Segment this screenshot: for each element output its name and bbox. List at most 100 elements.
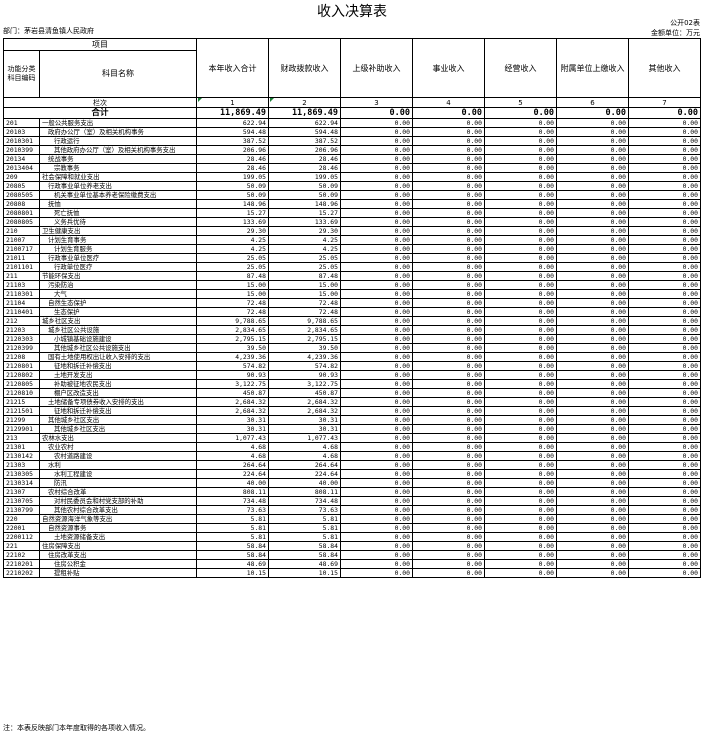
zero-value-cell: 0.00 <box>628 127 701 137</box>
zero-value-cell: 0.00 <box>628 559 701 569</box>
total-income-cell: 15.00 <box>196 289 269 299</box>
subject-code: 2210202 <box>3 568 40 578</box>
fiscal-appropriation-cell: 1,077.43 <box>268 433 341 443</box>
zero-value-cell: 0.00 <box>340 199 413 209</box>
table-row: 2210201 住房公积金 48.69 48.69 0.00 0.00 0.00 0.00 0.… <box>3 559 701 569</box>
zero-value-cell: 0.00 <box>556 289 629 299</box>
total-value: 0.00 <box>628 107 701 119</box>
total-income-cell: 87.48 <box>196 271 269 281</box>
zero-value-cell: 0.00 <box>628 172 701 182</box>
table-row: 20103 政府办公厅（室）及相关机构事务 594.48 594.48 0.00 0.00… <box>3 127 701 137</box>
fiscal-appropriation-cell: 2,684.32 <box>268 397 341 407</box>
table-row: 2210202 提租补贴 10.15 10.15 0.00 0.00 0.00 0.00 0.0… <box>3 568 701 578</box>
zero-value-cell: 0.00 <box>628 226 701 236</box>
subject-name: 社会保障和就业支出 <box>39 172 197 182</box>
zero-value-cell: 0.00 <box>556 478 629 488</box>
table-row: 2130314 防汛 40.00 40.00 0.00 0.00 0.00 0.00 0.00 <box>3 478 701 488</box>
zero-value-cell: 0.00 <box>628 514 701 524</box>
zero-value-cell: 0.00 <box>628 361 701 371</box>
zero-value-cell: 0.00 <box>628 352 701 362</box>
subject-code: 21307 <box>3 487 40 497</box>
zero-value-cell: 0.00 <box>484 298 557 308</box>
zero-value-cell: 0.00 <box>484 226 557 236</box>
zero-value-cell: 0.00 <box>412 307 485 317</box>
total-income-cell: 5.81 <box>196 514 269 524</box>
zero-value-cell: 0.00 <box>412 298 485 308</box>
zero-value-cell: 0.00 <box>628 217 701 227</box>
zero-value-cell: 0.00 <box>556 496 629 506</box>
table-row: 2080805 义务兵优待 133.69 133.69 0.00 0.00 0.00 0.00… <box>3 217 701 227</box>
zero-value-cell: 0.00 <box>556 487 629 497</box>
zero-value-cell: 0.00 <box>628 190 701 200</box>
zero-value-cell: 0.00 <box>340 451 413 461</box>
fiscal-appropriation-cell: 50.09 <box>268 181 341 191</box>
form-number: 公开02表 <box>670 19 700 27</box>
table-row: 20134 统战事务 28.46 28.46 0.00 0.00 0.00 0.00 0.00 <box>3 154 701 164</box>
zero-value-cell: 0.00 <box>340 559 413 569</box>
subject-name: 节能环保支出 <box>39 271 197 281</box>
subject-name: 其他农村综合改革支出 <box>39 505 197 515</box>
total-value: 0.00 <box>484 107 557 119</box>
fiscal-appropriation-cell: 3,122.75 <box>268 379 341 389</box>
zero-value-cell: 0.00 <box>484 325 557 335</box>
zero-value-cell: 0.00 <box>412 469 485 479</box>
zero-value-cell: 0.00 <box>628 154 701 164</box>
zero-value-cell: 0.00 <box>556 550 629 560</box>
zero-value-cell: 0.00 <box>556 433 629 443</box>
zero-value-cell: 0.00 <box>340 514 413 524</box>
zero-value-cell: 0.00 <box>628 199 701 209</box>
subject-name: 其他城乡社区支出 <box>39 424 197 434</box>
fiscal-appropriation-cell: 40.00 <box>268 478 341 488</box>
subject-code: 210 <box>3 226 40 236</box>
zero-value-cell: 0.00 <box>484 127 557 137</box>
subject-name: 水利工程建设 <box>39 469 197 479</box>
zero-value-cell: 0.00 <box>412 325 485 335</box>
total-income-cell: 9,788.65 <box>196 316 269 326</box>
table-row: 2120399 其他城乡社区公共设施支出 39.50 39.50 0.00 0.00 0.0… <box>3 343 701 353</box>
zero-value-cell: 0.00 <box>628 496 701 506</box>
subject-code: 22001 <box>3 523 40 533</box>
table-row: 21203 城乡社区公共设施 2,834.65 2,834.65 0.00 0.00 0.0… <box>3 325 701 335</box>
subject-name: 计划生育事务 <box>39 235 197 245</box>
zero-value-cell: 0.00 <box>412 370 485 380</box>
total-income-cell: 25.05 <box>196 262 269 272</box>
col-index: 4 <box>412 97 485 108</box>
table-row: 2120303 小城镇基础设施建设 2,795.15 2,795.15 0.00 0.00… <box>3 334 701 344</box>
subject-code: 21007 <box>3 235 40 245</box>
zero-value-cell: 0.00 <box>412 208 485 218</box>
zero-value-cell: 0.00 <box>556 172 629 182</box>
zero-value-cell: 0.00 <box>412 442 485 452</box>
subject-code: 21104 <box>3 298 40 308</box>
fiscal-appropriation-cell: 622.94 <box>268 118 341 128</box>
zero-value-cell: 0.00 <box>484 433 557 443</box>
zero-value-cell: 0.00 <box>556 523 629 533</box>
table-row: 20808 抚恤 148.96 148.96 0.00 0.00 0.00 0.00 0.00 <box>3 199 701 209</box>
zero-value-cell: 0.00 <box>340 397 413 407</box>
col-index: 3 <box>340 97 413 108</box>
col-header: 附属单位上缴收入 <box>556 38 629 98</box>
zero-value-cell: 0.00 <box>556 226 629 236</box>
report-title: 收入决算表 <box>317 4 387 20</box>
total-income-cell: 148.96 <box>196 199 269 209</box>
zero-value-cell: 0.00 <box>556 397 629 407</box>
zero-value-cell: 0.00 <box>412 271 485 281</box>
subject-name: 农村道路建设 <box>39 451 197 461</box>
subject-name: 补助被征地农民支出 <box>39 379 197 389</box>
zero-value-cell: 0.00 <box>556 460 629 470</box>
total-income-cell: 4,239.36 <box>196 352 269 362</box>
subject-name: 农业农村 <box>39 442 197 452</box>
subject-name: 住房改革支出 <box>39 550 197 560</box>
subject-name: 其他城乡社区公共设施支出 <box>39 343 197 353</box>
fiscal-appropriation-cell: 808.11 <box>268 487 341 497</box>
zero-value-cell: 0.00 <box>628 244 701 254</box>
zero-value-cell: 0.00 <box>340 154 413 164</box>
subject-code: 20805 <box>3 181 40 191</box>
zero-value-cell: 0.00 <box>556 154 629 164</box>
zero-value-cell: 0.00 <box>556 163 629 173</box>
zero-value-cell: 0.00 <box>556 208 629 218</box>
subject-name: 抚恤 <box>39 199 197 209</box>
zero-value-cell: 0.00 <box>556 199 629 209</box>
zero-value-cell: 0.00 <box>628 370 701 380</box>
zero-value-cell: 0.00 <box>484 235 557 245</box>
zero-value-cell: 0.00 <box>412 532 485 542</box>
